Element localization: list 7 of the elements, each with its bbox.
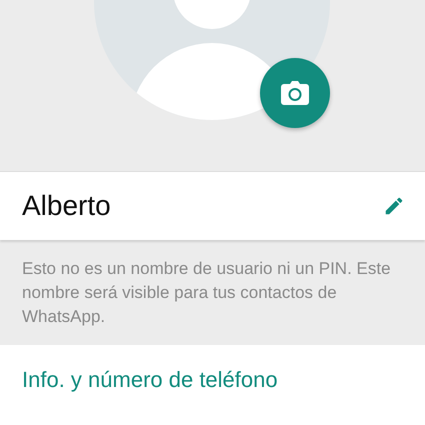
section-title: Info. y número de teléfono: [22, 367, 278, 392]
camera-icon: [281, 81, 309, 105]
hint-text: Esto no es un nombre de usuario ni un PIN. Este nombre será visible para tus contactos de WhatsApp.: [22, 258, 392, 328]
pencil-icon: [383, 195, 405, 217]
profile-name: Alberto: [22, 190, 111, 222]
camera-button[interactable]: [260, 58, 330, 128]
edit-button[interactable]: [383, 195, 405, 217]
